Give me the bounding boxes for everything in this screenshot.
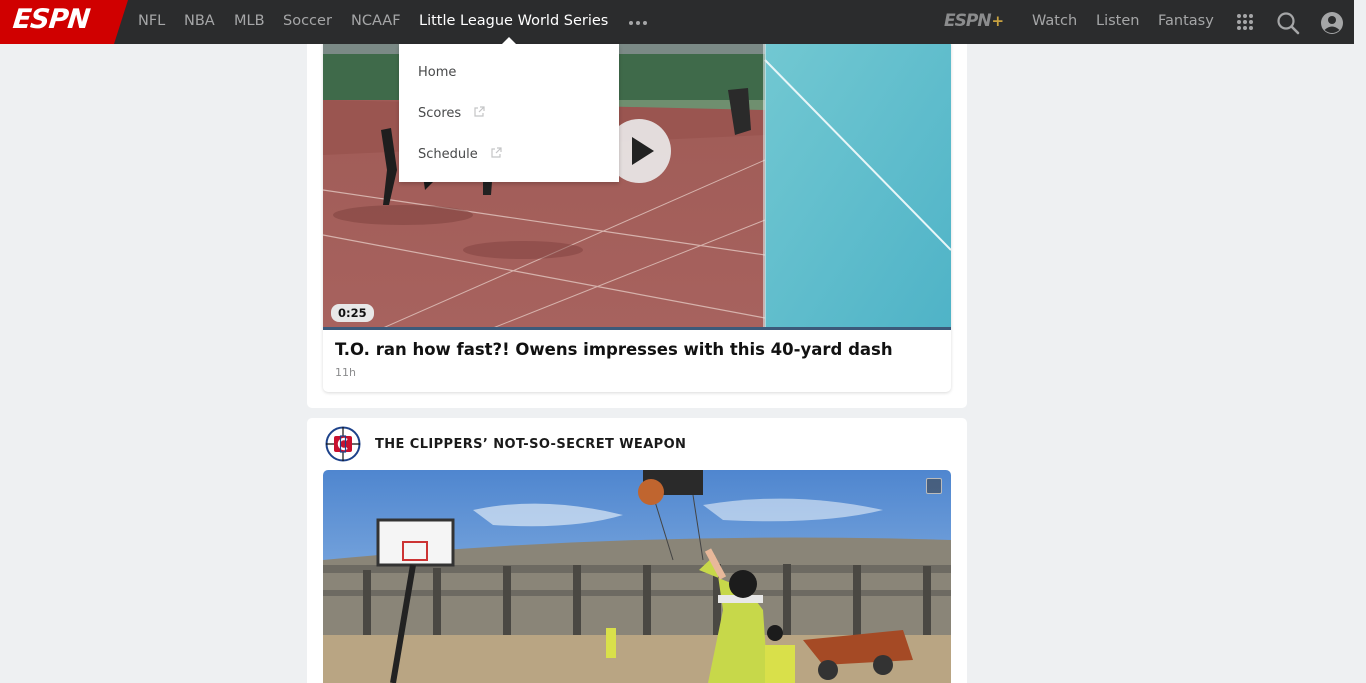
espn-plus-wordmark: ESPN [944,11,992,31]
video-duration-badge: 0:25 [331,304,374,322]
nav-item-nba[interactable]: NBA [184,13,215,29]
nav-item-llws[interactable]: Little League World Series [419,13,608,29]
section-title[interactable]: THE CLIPPERS’ NOT-SO-SECRET WEAPON [375,437,686,452]
nav-item-soccer[interactable]: Soccer [283,13,332,29]
external-link-icon [474,106,485,117]
dropdown-item-label: Scores [418,106,462,121]
nav-item-listen[interactable]: Listen [1096,13,1139,29]
top-navigation-bar: ESPN NFL NBA MLB Soccer NCAAF Little Lea… [0,0,1354,44]
video-progress-line [323,327,951,330]
external-link-icon [491,147,502,158]
espn-logo[interactable]: ESPN [0,0,128,44]
logo-wordmark: ESPN [11,4,91,35]
video-timestamp: 11h [335,366,356,379]
llws-dropdown-menu: Home Scores Schedule [399,44,619,182]
clippers-story-photo[interactable] [323,470,951,683]
nav-item-mlb[interactable]: MLB [234,13,265,29]
more-dots-icon[interactable] [629,14,649,30]
espn-plus-link[interactable]: ESPN+ [944,11,1005,31]
nav-item-ncaaf[interactable]: NCAAF [351,13,401,29]
dropdown-item-label: Schedule [418,147,478,162]
dropdown-item-schedule[interactable]: Schedule [418,147,502,162]
dropdown-item-label: Home [418,65,457,80]
espn-plus-symbol: + [991,12,1005,30]
clippers-logo-icon[interactable] [325,426,361,462]
dropdown-item-scores[interactable]: Scores [418,106,485,121]
search-icon[interactable] [1276,11,1300,35]
active-nav-caret [502,37,516,44]
profile-icon[interactable] [1320,11,1344,35]
nav-item-watch[interactable]: Watch [1032,13,1077,29]
dropdown-item-home[interactable]: Home [418,65,456,80]
nav-item-nfl[interactable]: NFL [138,13,165,29]
video-headline[interactable]: T.O. ran how fast?! Owens impresses with… [335,340,893,359]
apps-grid-icon[interactable] [1237,14,1253,30]
nav-item-fantasy[interactable]: Fantasy [1158,13,1214,29]
arena-construction-image [323,470,951,683]
gallery-icon [926,478,942,494]
